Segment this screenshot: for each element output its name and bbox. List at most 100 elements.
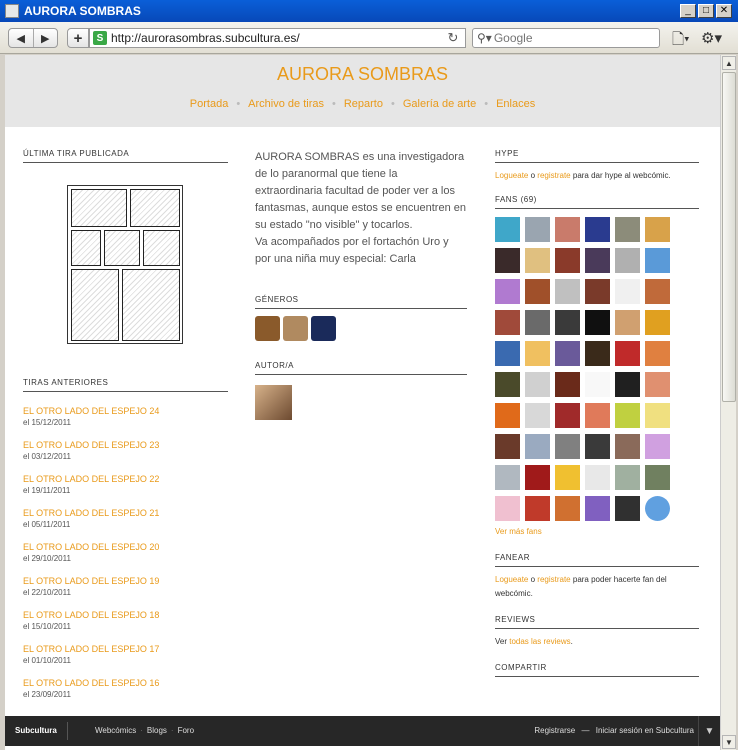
search-input[interactable]	[493, 31, 659, 45]
nav-portada[interactable]: Portada	[190, 98, 229, 110]
fan-avatar[interactable]	[615, 310, 640, 335]
archive-link[interactable]: EL OTRO LADO DEL ESPEJO 21	[23, 500, 228, 518]
subcultura-brand[interactable]: Subcultura	[5, 722, 68, 740]
login-link[interactable]: Iniciar sesión en Subcultura	[596, 726, 694, 735]
fan-avatar[interactable]	[555, 434, 580, 459]
minimize-button[interactable]: _	[680, 4, 696, 18]
url-input[interactable]	[111, 31, 445, 45]
fan-avatar[interactable]	[585, 217, 610, 242]
nav-galeria[interactable]: Galería de arte	[403, 98, 476, 110]
fan-avatar[interactable]	[615, 248, 640, 273]
fan-avatar[interactable]	[585, 341, 610, 366]
genre-icon[interactable]	[311, 316, 336, 341]
add-bookmark-button[interactable]: +	[67, 28, 89, 48]
search-icon[interactable]: ⚲▾	[477, 31, 492, 45]
fan-avatar[interactable]	[495, 279, 520, 304]
fan-avatar[interactable]	[585, 248, 610, 273]
page-menu-icon[interactable]: 🗋▾	[672, 29, 690, 54]
fan-avatar[interactable]	[555, 310, 580, 335]
fan-avatar[interactable]	[645, 465, 670, 490]
fan-avatar[interactable]	[525, 248, 550, 273]
fan-avatar[interactable]	[585, 496, 610, 521]
bar-link-blogs[interactable]: Blogs	[147, 726, 167, 735]
fan-avatar[interactable]	[495, 372, 520, 397]
archive-link[interactable]: EL OTRO LADO DEL ESPEJO 22	[23, 466, 228, 484]
latest-strip-thumbnail[interactable]	[67, 185, 183, 344]
maximize-button[interactable]: □	[698, 4, 714, 18]
fan-avatar[interactable]	[555, 279, 580, 304]
fan-avatar[interactable]	[555, 496, 580, 521]
fan-avatar[interactable]	[585, 372, 610, 397]
bar-link-foro[interactable]: Foro	[178, 726, 194, 735]
fan-avatar[interactable]	[645, 434, 670, 459]
fan-avatar[interactable]	[525, 434, 550, 459]
fan-avatar[interactable]	[645, 341, 670, 366]
genre-icon[interactable]	[283, 316, 308, 341]
fan-avatar[interactable]	[645, 279, 670, 304]
archive-link[interactable]: EL OTRO LADO DEL ESPEJO 24	[23, 398, 228, 416]
fan-avatar[interactable]	[555, 217, 580, 242]
fan-avatar[interactable]	[495, 217, 520, 242]
fan-avatar[interactable]	[525, 465, 550, 490]
fan-avatar[interactable]	[615, 279, 640, 304]
fan-avatar[interactable]	[525, 372, 550, 397]
tools-menu-icon[interactable]: ⚙▾	[701, 29, 722, 47]
fan-avatar[interactable]	[615, 434, 640, 459]
fan-avatar[interactable]	[555, 341, 580, 366]
fan-avatar[interactable]	[645, 403, 670, 428]
more-fans-link[interactable]: Ver más fans	[495, 525, 699, 539]
fan-avatar[interactable]	[525, 217, 550, 242]
fan-avatar[interactable]	[525, 279, 550, 304]
fan-avatar[interactable]	[615, 217, 640, 242]
fan-avatar[interactable]	[645, 496, 670, 521]
nav-enlaces[interactable]: Enlaces	[496, 98, 535, 110]
scroll-thumb[interactable]	[722, 72, 736, 402]
archive-link[interactable]: EL OTRO LADO DEL ESPEJO 19	[23, 568, 228, 586]
fan-avatar[interactable]	[495, 310, 520, 335]
forward-button[interactable]: ▶	[34, 29, 58, 47]
fan-avatar[interactable]	[615, 465, 640, 490]
fan-avatar[interactable]	[645, 217, 670, 242]
fan-avatar[interactable]	[525, 341, 550, 366]
fan-avatar[interactable]	[585, 403, 610, 428]
fan-avatar[interactable]	[585, 465, 610, 490]
fan-login-link[interactable]: Logueate	[495, 575, 528, 584]
close-button[interactable]: ✕	[716, 4, 732, 18]
fan-avatar[interactable]	[645, 310, 670, 335]
fan-avatar[interactable]	[585, 279, 610, 304]
fan-avatar[interactable]	[585, 434, 610, 459]
back-button[interactable]: ◀	[9, 29, 34, 47]
fan-avatar[interactable]	[615, 341, 640, 366]
fan-avatar[interactable]	[645, 372, 670, 397]
hype-login-link[interactable]: Logueate	[495, 171, 528, 180]
scroll-up-icon[interactable]: ▲	[722, 56, 736, 70]
fan-avatar[interactable]	[495, 496, 520, 521]
nav-archivo[interactable]: Archivo de tiras	[248, 98, 324, 110]
bar-link-webcomics[interactable]: Webcómics	[95, 726, 136, 735]
author-avatar[interactable]	[255, 385, 292, 420]
fan-avatar[interactable]	[555, 403, 580, 428]
reload-icon[interactable]: ↻	[445, 30, 461, 46]
fan-avatar[interactable]	[495, 434, 520, 459]
fan-avatar[interactable]	[495, 341, 520, 366]
scroll-down-icon[interactable]: ▼	[722, 735, 736, 749]
all-reviews-link[interactable]: todas las reviews	[509, 637, 570, 646]
page-scrollbar[interactable]: ▲ ▼	[720, 55, 736, 750]
fan-avatar[interactable]	[495, 248, 520, 273]
nav-reparto[interactable]: Reparto	[344, 98, 383, 110]
archive-link[interactable]: EL OTRO LADO DEL ESPEJO 23	[23, 432, 228, 450]
fan-avatar[interactable]	[585, 310, 610, 335]
register-link[interactable]: Registrarse	[534, 726, 575, 735]
search-bar[interactable]: ⚲▾	[472, 28, 660, 48]
fan-avatar[interactable]	[495, 403, 520, 428]
archive-link[interactable]: EL OTRO LADO DEL ESPEJO 20	[23, 534, 228, 552]
hype-register-link[interactable]: registrate	[537, 171, 570, 180]
fan-avatar[interactable]	[615, 496, 640, 521]
chevron-down-icon[interactable]: ▼	[698, 716, 720, 746]
archive-link[interactable]: EL OTRO LADO DEL ESPEJO 16	[23, 670, 228, 688]
archive-link[interactable]: EL OTRO LADO DEL ESPEJO 17	[23, 636, 228, 654]
address-bar[interactable]: S ↻	[89, 28, 466, 48]
fan-avatar[interactable]	[525, 496, 550, 521]
fan-register-link[interactable]: registrate	[537, 575, 570, 584]
fan-avatar[interactable]	[555, 372, 580, 397]
